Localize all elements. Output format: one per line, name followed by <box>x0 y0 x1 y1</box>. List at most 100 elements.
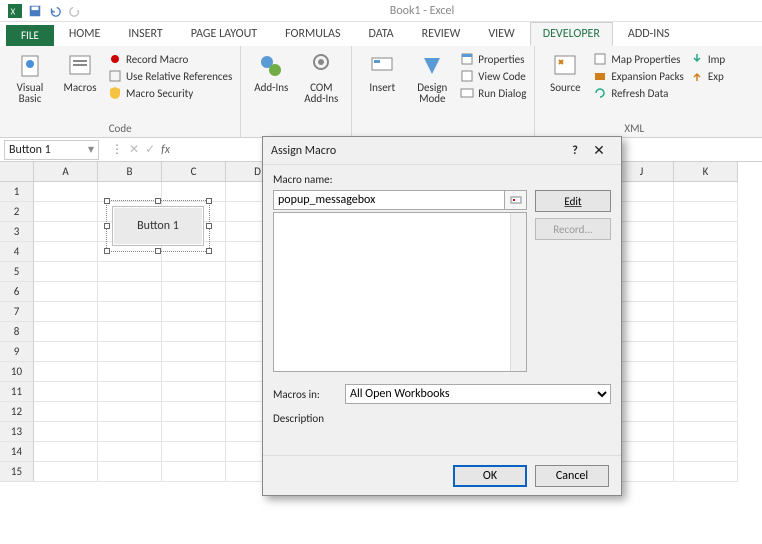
resize-handle[interactable] <box>155 198 161 204</box>
macro-security-button[interactable]: Macro Security <box>108 86 232 100</box>
com-addins-button[interactable]: COM Add-Ins <box>299 50 343 104</box>
cell[interactable] <box>98 422 162 442</box>
cell[interactable] <box>674 302 738 322</box>
cell[interactable] <box>674 402 738 422</box>
cell[interactable] <box>34 242 98 262</box>
cell[interactable] <box>162 262 226 282</box>
cell[interactable] <box>162 302 226 322</box>
close-icon[interactable]: ✕ <box>585 142 613 159</box>
cancel-formula-icon[interactable]: ✕ <box>129 142 139 157</box>
cell[interactable] <box>162 282 226 302</box>
cell[interactable] <box>674 362 738 382</box>
visual-basic-button[interactable]: Visual Basic <box>8 50 52 104</box>
cell[interactable] <box>674 442 738 462</box>
reference-picker-button[interactable] <box>505 190 527 210</box>
cell[interactable] <box>674 222 738 242</box>
cell[interactable] <box>98 342 162 362</box>
cell[interactable] <box>98 402 162 422</box>
redo-icon[interactable] <box>68 4 82 18</box>
row-header[interactable]: 7 <box>0 302 34 322</box>
row-header[interactable]: 5 <box>0 262 34 282</box>
cell[interactable] <box>34 342 98 362</box>
undo-icon[interactable] <box>48 4 62 18</box>
addins-button[interactable]: Add-Ins <box>249 50 293 93</box>
cell[interactable] <box>674 342 738 362</box>
scrollbar[interactable] <box>510 213 526 371</box>
cell[interactable] <box>674 182 738 202</box>
fx-icon[interactable]: fx <box>161 143 170 157</box>
cell[interactable] <box>98 442 162 462</box>
cell[interactable] <box>34 222 98 242</box>
cell[interactable] <box>162 342 226 362</box>
cell[interactable] <box>34 402 98 422</box>
tab-addins[interactable]: ADD-INS <box>615 22 683 46</box>
cell[interactable] <box>98 282 162 302</box>
tab-formulas[interactable]: FORMULAS <box>272 22 353 46</box>
row-header[interactable]: 3 <box>0 222 34 242</box>
use-relative-button[interactable]: Use Relative References <box>108 69 232 83</box>
tab-page-layout[interactable]: PAGE LAYOUT <box>178 22 270 46</box>
cell[interactable] <box>98 462 162 482</box>
row-header[interactable]: 1 <box>0 182 34 202</box>
cell[interactable] <box>34 182 98 202</box>
form-button-1[interactable]: Button 1 <box>112 206 204 246</box>
tab-developer[interactable]: DEVELOPER <box>530 22 613 46</box>
cell[interactable] <box>34 262 98 282</box>
macros-button[interactable]: Macros <box>58 50 102 93</box>
tab-insert[interactable]: INSERT <box>115 22 175 46</box>
cell[interactable] <box>34 202 98 222</box>
tab-file[interactable]: FILE <box>6 25 54 46</box>
source-button[interactable]: Source <box>543 50 587 93</box>
select-all-corner[interactable] <box>0 162 34 182</box>
macro-name-input[interactable] <box>273 190 505 210</box>
cell[interactable] <box>674 242 738 262</box>
cell[interactable] <box>674 322 738 342</box>
row-header[interactable]: 4 <box>0 242 34 262</box>
resize-handle[interactable] <box>206 248 212 254</box>
expansion-packs-button[interactable]: Expansion Packs <box>593 69 683 83</box>
cell[interactable] <box>98 322 162 342</box>
row-header[interactable]: 15 <box>0 462 34 482</box>
design-mode-button[interactable]: Design Mode <box>410 50 454 104</box>
row-header[interactable]: 14 <box>0 442 34 462</box>
row-header[interactable]: 2 <box>0 202 34 222</box>
cell[interactable] <box>162 182 226 202</box>
cell[interactable] <box>674 202 738 222</box>
resize-handle[interactable] <box>206 198 212 204</box>
tab-data[interactable]: DATA <box>355 22 406 46</box>
cell[interactable] <box>162 422 226 442</box>
resize-handle[interactable] <box>104 248 110 254</box>
cell[interactable] <box>34 382 98 402</box>
col-B[interactable]: B <box>98 162 162 182</box>
cell[interactable] <box>162 462 226 482</box>
cell[interactable] <box>34 462 98 482</box>
map-properties-button[interactable]: Map Properties <box>593 52 683 66</box>
cell[interactable] <box>674 282 738 302</box>
export-button[interactable]: Exp <box>690 69 725 83</box>
cell[interactable] <box>162 382 226 402</box>
macro-list[interactable] <box>273 212 527 372</box>
cell[interactable] <box>162 402 226 422</box>
cell[interactable] <box>98 262 162 282</box>
resize-handle[interactable] <box>104 198 110 204</box>
edit-button[interactable]: Edit <box>535 190 611 212</box>
cell[interactable] <box>674 462 738 482</box>
cell[interactable] <box>98 362 162 382</box>
cell[interactable] <box>34 302 98 322</box>
row-header[interactable]: 12 <box>0 402 34 422</box>
row-header[interactable]: 11 <box>0 382 34 402</box>
cell[interactable] <box>34 362 98 382</box>
name-box[interactable]: Button 1 ▾ <box>4 140 99 160</box>
resize-handle[interactable] <box>155 248 161 254</box>
insert-control-button[interactable]: Insert <box>360 50 404 93</box>
tab-home[interactable]: HOME <box>56 22 114 46</box>
col-A[interactable]: A <box>34 162 98 182</box>
cell[interactable] <box>34 422 98 442</box>
resize-handle[interactable] <box>104 223 110 229</box>
cell[interactable] <box>162 322 226 342</box>
row-header[interactable]: 8 <box>0 322 34 342</box>
cell[interactable] <box>674 262 738 282</box>
macros-in-select[interactable]: All Open Workbooks <box>345 384 611 404</box>
resize-handle[interactable] <box>206 223 212 229</box>
cell[interactable] <box>34 442 98 462</box>
